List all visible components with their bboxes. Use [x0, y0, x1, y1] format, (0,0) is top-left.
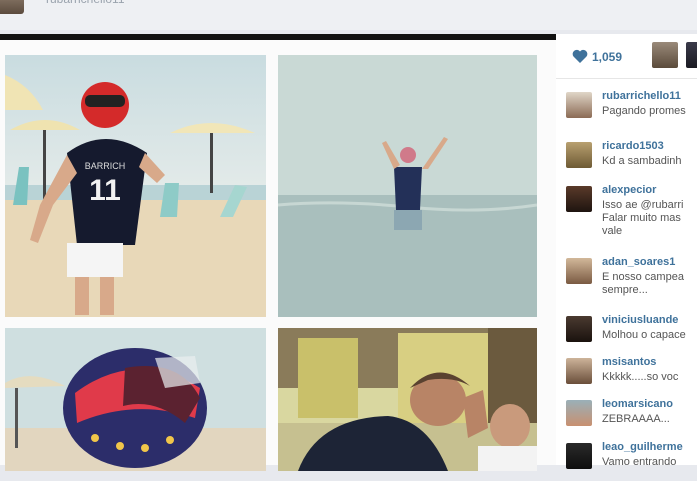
comment-username[interactable]: ricardo1503	[602, 140, 664, 152]
comment-text: Isso ae @rubarri Falar muito mas vale	[602, 199, 684, 237]
comment-username[interactable]: viniciusluande	[602, 314, 678, 326]
user-avatar[interactable]	[0, 0, 24, 14]
photo-boy-beach: BARRICH 11	[5, 55, 266, 317]
jersey-number-text: 11	[89, 174, 121, 207]
comment-text: Kd a sambadinh	[602, 155, 682, 167]
commenter-avatar[interactable]	[566, 142, 592, 168]
comment-item: viniciusluande Molhou o capace	[556, 314, 697, 354]
top-bar: rubarrichello11	[0, 0, 697, 30]
heart-icon[interactable]	[572, 49, 588, 63]
comment-username[interactable]: leomarsicano	[602, 398, 673, 410]
comment-text: Vamo entrando	[602, 456, 677, 468]
comment-text: Pagando promes	[602, 105, 686, 117]
likes-row: 1,059	[556, 34, 697, 79]
commenter-avatar[interactable]	[566, 358, 592, 384]
comment-item: rubarrichello11 Pagando promes	[556, 90, 697, 130]
likes-comments-panel: 1,059 rubarrichello11 Pagando promes ric…	[556, 34, 697, 469]
comment-username[interactable]: msisantos	[602, 356, 656, 368]
liker-avatar[interactable]	[686, 42, 697, 68]
commenter-avatar[interactable]	[566, 92, 592, 118]
comment-username[interactable]: leao_guilherme	[602, 441, 683, 453]
commenter-avatar[interactable]	[566, 316, 592, 342]
comment-username[interactable]: alexpecior	[602, 184, 656, 196]
comment-username[interactable]: rubarrichello11	[602, 90, 681, 102]
photo-man-with-boy	[278, 328, 537, 471]
comment-item: msisantos Kkkkk.....so voc	[556, 356, 697, 396]
comment-text: E nosso campea sempre...	[602, 271, 684, 296]
photo-man-in-sea	[278, 55, 537, 317]
comment-username[interactable]: adan_soares1	[602, 256, 675, 268]
comment-text: ZEBRAAAA...	[602, 413, 670, 425]
jersey-name-text: BARRICH	[85, 161, 126, 171]
comment-text: Molhou o capace	[602, 329, 686, 341]
photo-collage[interactable]: BARRICH 11	[0, 34, 556, 471]
likes-count[interactable]: 1,059	[592, 50, 622, 64]
commenter-avatar[interactable]	[566, 258, 592, 284]
commenter-avatar[interactable]	[566, 400, 592, 426]
comment-item: ricardo1503 Kd a sambadinh	[556, 140, 697, 180]
photo-helmet-closeup	[5, 328, 266, 471]
comment-item: leomarsicano ZEBRAAAA...	[556, 398, 697, 438]
comment-item: leao_guilherme Vamo entrando	[556, 441, 697, 481]
liker-avatar[interactable]	[652, 42, 678, 68]
comment-item: adan_soares1 E nosso campea sempre...	[556, 256, 697, 302]
commenter-avatar[interactable]	[566, 443, 592, 469]
comment-text: Kkkkk.....so voc	[602, 371, 679, 383]
comment-item: alexpecior Isso ae @rubarri Falar muito …	[556, 184, 697, 244]
commenter-avatar[interactable]	[566, 186, 592, 212]
top-username[interactable]: rubarrichello11	[46, 0, 125, 6]
